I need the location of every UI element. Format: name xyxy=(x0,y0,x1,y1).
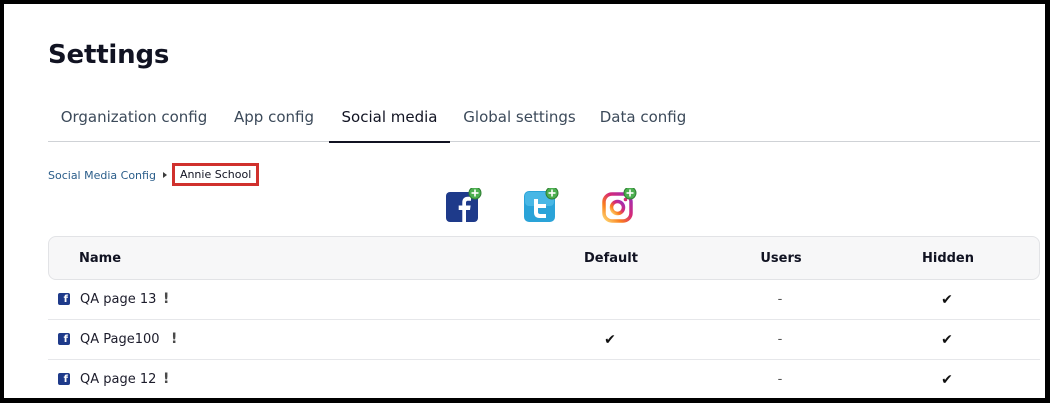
app-window: Settings Organization config App config … xyxy=(0,0,1050,403)
warning-icon[interactable]: ! xyxy=(163,291,169,307)
hidden-check: ✔ xyxy=(941,292,953,308)
social-pages-table: Name Default Users Hidden f QA page 13 !… xyxy=(48,236,1040,400)
tab-organization-config[interactable]: Organization config xyxy=(48,100,220,142)
page-name[interactable]: QA Page100 xyxy=(80,332,160,347)
default-check: ✔ xyxy=(604,332,616,348)
page-name[interactable]: QA page 13 xyxy=(80,292,156,307)
breadcrumb-current-annie-school: Annie School xyxy=(171,163,260,186)
page-name[interactable]: QA page 12 xyxy=(80,372,156,387)
users-value: - xyxy=(777,292,783,307)
table-row[interactable]: f QA Page100 ! ✔ - ✔ xyxy=(48,320,1040,360)
tab-data-config[interactable]: Data config xyxy=(589,100,697,142)
hidden-check: ✔ xyxy=(941,372,953,388)
page-title: Settings xyxy=(48,40,170,70)
column-header-users[interactable]: Users xyxy=(760,251,801,266)
twitter-add-icon[interactable] xyxy=(523,188,559,222)
table-row[interactable]: f QA page 13 ! - ✔ xyxy=(48,280,1040,320)
warning-icon[interactable]: ! xyxy=(171,331,177,347)
facebook-icon: f xyxy=(58,373,70,385)
table-row[interactable]: f QA page 12 ! - ✔ xyxy=(48,360,1040,400)
hidden-check: ✔ xyxy=(941,332,953,348)
breadcrumb-social-media-config[interactable]: Social Media Config xyxy=(48,169,156,182)
column-header-default[interactable]: Default xyxy=(584,251,638,266)
breadcrumb: Social Media Config Annie School xyxy=(48,163,260,186)
facebook-add-icon[interactable] xyxy=(446,188,482,222)
users-value: - xyxy=(777,332,783,347)
instagram-add-icon[interactable] xyxy=(601,188,637,223)
users-value: - xyxy=(777,372,783,387)
column-header-name[interactable]: Name xyxy=(79,251,121,266)
breadcrumb-separator-icon xyxy=(162,172,167,178)
facebook-icon: f xyxy=(58,293,70,305)
column-header-hidden[interactable]: Hidden xyxy=(922,251,974,266)
facebook-icon: f xyxy=(58,333,70,345)
table-header: Name Default Users Hidden xyxy=(48,236,1040,280)
tab-social-media[interactable]: Social media xyxy=(329,100,450,143)
warning-icon[interactable]: ! xyxy=(163,371,169,387)
tab-bar: Organization config App config Social me… xyxy=(48,100,1040,143)
tab-app-config[interactable]: App config xyxy=(220,100,328,142)
tab-global-settings[interactable]: Global settings xyxy=(452,100,587,142)
